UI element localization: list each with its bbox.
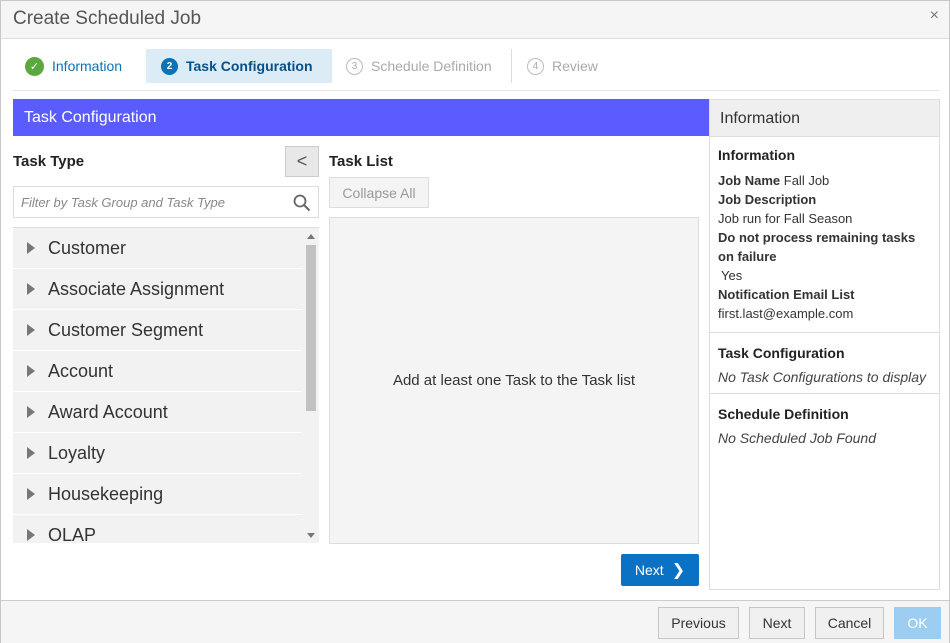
task-configuration-empty: No Task Configurations to display xyxy=(718,369,927,385)
do-not-process-label: Do not process remaining tasks on failur… xyxy=(718,230,916,264)
task-list-label: Task List xyxy=(329,153,393,170)
step-schedule-definition[interactable]: 3 Schedule Definition xyxy=(346,49,492,83)
ok-button[interactable]: OK xyxy=(894,607,941,639)
chevron-left-icon: < xyxy=(296,151,308,171)
step-label: Task Configuration xyxy=(186,58,313,74)
expand-triangle-icon xyxy=(27,406,35,418)
information-panel-header: Information xyxy=(710,100,939,137)
expand-triangle-icon xyxy=(27,447,35,459)
tree-item-associate-assignment[interactable]: Associate Assignment xyxy=(13,269,302,310)
task-configuration-section: Task Configuration No Task Configuration… xyxy=(710,333,939,394)
dialog-footer: Previous Next Cancel OK xyxy=(1,600,949,643)
cancel-button[interactable]: Cancel xyxy=(815,607,884,639)
step-separator xyxy=(511,49,512,83)
expand-triangle-icon xyxy=(27,365,35,377)
job-name-value: Fall Job xyxy=(783,173,830,188)
tree-item-loyalty[interactable]: Loyalty xyxy=(13,433,302,474)
tree-scrollbar[interactable] xyxy=(302,228,319,543)
do-not-process-value: Yes xyxy=(721,268,743,283)
tree-item-award-account[interactable]: Award Account xyxy=(13,392,302,433)
information-section-title: Information xyxy=(718,147,795,163)
notification-email-value: first.last@example.com xyxy=(718,306,854,321)
step-number: 3 xyxy=(346,57,363,75)
job-description-value: Job run for Fall Season xyxy=(718,211,853,226)
tree-item-housekeeping[interactable]: Housekeeping xyxy=(13,474,302,515)
check-icon: ✓ xyxy=(25,56,44,76)
task-configuration-section-title: Task Configuration xyxy=(718,345,845,361)
task-configuration-header: Task Configuration xyxy=(13,99,709,136)
expand-triangle-icon xyxy=(27,283,35,295)
task-list-dropzone[interactable]: Add at least one Task to the Task list xyxy=(329,217,699,544)
dialog-titlebar: Create Scheduled Job × xyxy=(1,1,949,39)
schedule-definition-section: Schedule Definition No Scheduled Job Fou… xyxy=(710,394,939,454)
task-type-label: Task Type xyxy=(13,153,85,170)
step-train: ✓ Information 2 Task Configuration 3 Sch… xyxy=(13,49,939,83)
expand-triangle-icon xyxy=(27,324,35,336)
scroll-up-icon[interactable] xyxy=(307,234,315,239)
step-label: Review xyxy=(552,58,598,74)
step-label: Information xyxy=(52,58,123,74)
scrollbar-thumb[interactable] xyxy=(306,245,316,411)
next-step-button[interactable]: Next ❯ xyxy=(621,554,699,586)
search-icon[interactable] xyxy=(292,193,312,213)
collapse-all-button[interactable]: Collapse All xyxy=(329,177,429,208)
close-icon[interactable]: × xyxy=(930,7,939,25)
task-filter-input[interactable] xyxy=(14,187,284,217)
job-description-label: Job Description xyxy=(718,192,817,207)
task-filter xyxy=(13,186,319,218)
expand-triangle-icon xyxy=(27,529,35,541)
scroll-down-icon[interactable] xyxy=(307,533,315,538)
job-name-label: Job Name xyxy=(718,173,781,188)
task-list-empty-message: Add at least one Task to the Task list xyxy=(392,372,636,389)
task-type-tree: Customer Associate Assignment Customer S… xyxy=(13,227,319,543)
information-section: Information Job Name Fall Job Job Descri… xyxy=(710,137,939,333)
information-panel: Information Information Job Name Fall Jo… xyxy=(709,99,940,590)
schedule-definition-section-title: Schedule Definition xyxy=(718,406,849,422)
train-divider xyxy=(13,90,939,91)
step-number: 4 xyxy=(527,57,544,75)
tree-item-customer-segment[interactable]: Customer Segment xyxy=(13,310,302,351)
tree-item-account[interactable]: Account xyxy=(13,351,302,392)
schedule-definition-empty: No Scheduled Job Found xyxy=(718,430,876,446)
step-number: 2 xyxy=(161,57,178,75)
previous-button[interactable]: Previous xyxy=(658,607,739,639)
notification-email-label: Notification Email List xyxy=(718,287,855,302)
step-review[interactable]: 4 Review xyxy=(527,49,598,83)
expand-triangle-icon xyxy=(27,242,35,254)
chevron-right-icon: ❯ xyxy=(671,562,686,579)
next-button[interactable]: Next xyxy=(749,607,805,639)
tree-item-olap[interactable]: OLAP xyxy=(13,515,302,543)
create-scheduled-job-dialog: Create Scheduled Job × ✓ Information 2 T… xyxy=(0,0,950,643)
tree-item-customer[interactable]: Customer xyxy=(13,228,302,269)
step-label: Schedule Definition xyxy=(371,58,492,74)
expand-triangle-icon xyxy=(27,488,35,500)
step-task-configuration[interactable]: 2 Task Configuration xyxy=(146,49,332,83)
dialog-title: Create Scheduled Job xyxy=(13,8,202,29)
collapse-panel-button[interactable]: < xyxy=(285,146,319,177)
step-information[interactable]: ✓ Information xyxy=(25,49,122,83)
